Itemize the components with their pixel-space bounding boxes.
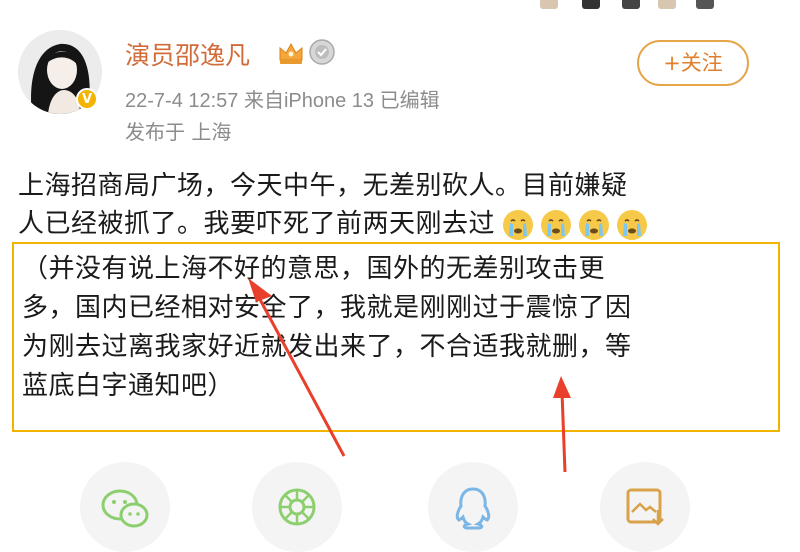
- highlighted-text-line: （并没有说上海不好的意思，国外的无差别攻击更: [22, 254, 606, 284]
- verified-badge: V: [76, 88, 98, 110]
- wechat-icon: [101, 489, 149, 528]
- post-text-line: 上海招商局广场，今天中午，无差别砍人。目前嫌疑: [18, 171, 628, 201]
- crying-face-emoji: [579, 210, 610, 240]
- moments-icon: [278, 488, 316, 526]
- crown-icon: [279, 42, 303, 64]
- crying-face-emoji: [617, 210, 648, 240]
- save-image-icon: [626, 488, 664, 526]
- highlighted-text-line: 为刚去过离我家好近就发出来了，不合适我就删，等: [22, 332, 632, 362]
- cropped-top-strip: [540, 0, 740, 10]
- post-text-line-with-emoji: 人已经被抓了。我要吓死了前两天刚去过: [18, 205, 778, 244]
- share-wechat-button[interactable]: [80, 462, 170, 552]
- username[interactable]: 演员邵逸凡: [125, 36, 250, 72]
- post-location: 发布于 上海: [125, 120, 232, 144]
- share-moments-button[interactable]: [252, 462, 342, 552]
- post-text: 上海招商局广场，今天中午，无差别砍人。目前嫌疑 人已经被抓了。我要吓死了前两天刚…: [18, 167, 778, 244]
- medal-icon: [309, 39, 335, 65]
- emoji-row: [501, 206, 653, 244]
- highlighted-text-line: 蓝底白字通知吧）: [22, 371, 235, 401]
- highlighted-text: （并没有说上海不好的意思，国外的无差别攻击更 多，国内已经相对安全了，我就是刚刚…: [22, 250, 772, 406]
- highlighted-text-line: 多，国内已经相对安全了，我就是刚刚过于震惊了因: [22, 293, 632, 323]
- share-qq-button[interactable]: [428, 462, 518, 552]
- crying-face-emoji: [503, 210, 534, 240]
- qq-icon: [455, 487, 491, 530]
- post-text-line: 人已经被抓了。我要吓死了前两天刚去过: [18, 209, 496, 239]
- post-meta: 22-7-4 12:57 来自iPhone 13 已编辑: [125, 90, 440, 112]
- save-image-button[interactable]: [600, 462, 690, 552]
- follow-button[interactable]: +关注: [637, 40, 749, 86]
- crying-face-emoji: [541, 210, 572, 240]
